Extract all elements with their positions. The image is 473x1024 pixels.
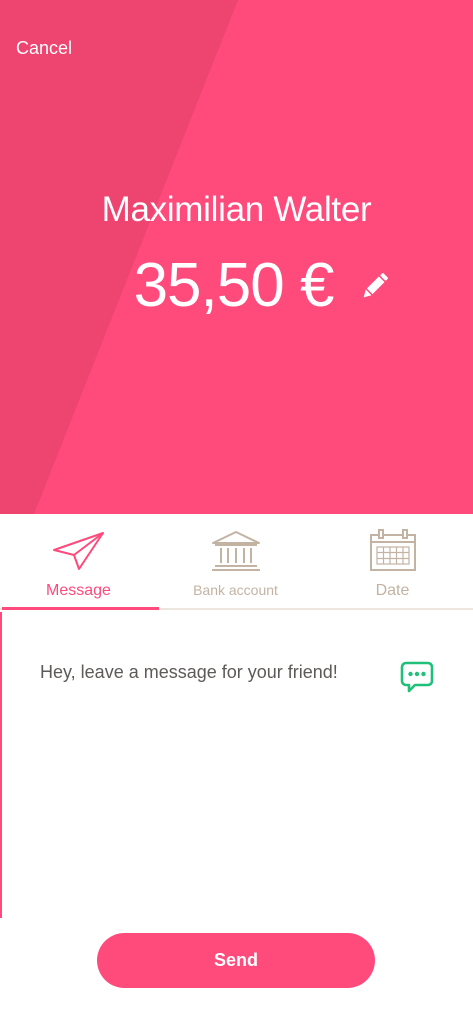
- amount-row: 35,50 €: [0, 250, 473, 321]
- active-tab-indicator: [2, 607, 159, 610]
- tab-bank-account[interactable]: Bank account: [157, 514, 314, 610]
- amount-value: 35,50 €: [133, 251, 335, 320]
- cancel-button[interactable]: Cancel: [16, 38, 72, 59]
- tab-date-label: Date: [375, 582, 410, 599]
- chat-bubble-icon[interactable]: [400, 660, 434, 694]
- message-input[interactable]: [40, 662, 380, 683]
- recipient-name: Maximilian Walter: [101, 190, 372, 229]
- tab-bar: Message Bank account Date: [0, 514, 473, 612]
- bank-icon: [210, 526, 262, 576]
- send-button[interactable]: Send: [97, 933, 375, 988]
- paper-plane-icon: [52, 526, 106, 576]
- tab-message-label: Message: [46, 582, 111, 599]
- tab-date[interactable]: Date: [314, 514, 471, 610]
- calendar-icon: [368, 526, 418, 576]
- header-panel: Cancel Maximilian Walter 35,50 €: [0, 0, 473, 514]
- tab-bank-account-label: Bank account: [193, 582, 278, 598]
- tab-message[interactable]: Message: [0, 514, 157, 610]
- pencil-icon[interactable]: [355, 266, 395, 306]
